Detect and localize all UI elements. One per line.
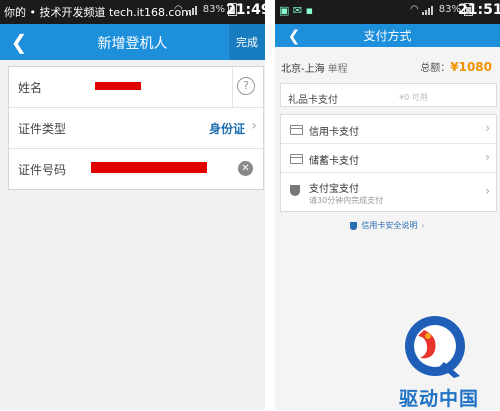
redacted-name[interactable] — [95, 82, 141, 90]
payment-methods-list: 信用卡支付 › 储蓄卡支付 › 支付宝支付 请30分钟内完成支付 › — [280, 114, 497, 212]
help-icon[interactable]: ? — [237, 77, 255, 95]
status-time: 21:51 — [458, 2, 500, 18]
status-text: 你的 • 技术开发频道 tech.it168.com — [4, 6, 192, 19]
chevron-right-icon: › — [485, 184, 490, 198]
gift-card-value: ¥0 可用 — [399, 93, 428, 102]
total-price: 总额：¥1080 — [420, 59, 492, 74]
gift-card-label: 礼品卡支付 — [288, 95, 338, 106]
total-label: 总额： — [420, 63, 451, 74]
logo-emblem-icon — [405, 316, 465, 378]
status-bar: ▣ ✉ ▪ ◠ 83% 21:51 — [275, 0, 500, 24]
wifi-icon: ◠ — [410, 4, 419, 15]
battery-percent: 83% — [202, 4, 225, 15]
chevron-right-icon: › — [421, 221, 425, 230]
notification-icons: ▣ ✉ ▪ — [279, 4, 314, 17]
app-bar: ❮ 支付方式 — [275, 24, 500, 47]
clear-icon[interactable]: ✕ — [238, 161, 253, 176]
route-text: 北京-上海 — [281, 64, 325, 75]
payment-sublabel: 请30分钟内完成支付 — [309, 196, 384, 205]
chevron-right-icon: › — [485, 121, 490, 135]
id-number-row[interactable]: 证件号码 ✕ — [9, 149, 263, 189]
route-info: 北京-上海 单程 — [281, 60, 348, 75]
done-button[interactable]: 完成 — [229, 24, 265, 60]
divider — [232, 67, 233, 107]
status-bar: 你的 • 技术开发频道 tech.it168.com ◠ 83% 21:49 — [0, 0, 265, 24]
id-number-label: 证件号码 — [18, 163, 67, 177]
payment-method-credit[interactable]: 信用卡支付 › — [281, 115, 496, 144]
gift-card-row[interactable]: 礼品卡支付 ¥0 可用 — [280, 83, 497, 107]
watermark-logo: 驱动中国 — [380, 310, 498, 410]
id-type-row[interactable]: 证件类型 身份证 › — [9, 108, 263, 149]
safety-note: 信用卡安全说明 — [361, 221, 418, 230]
signal-icon — [421, 5, 436, 15]
page-title: 支付方式 — [363, 29, 412, 43]
total-amount: ¥1080 — [450, 60, 492, 74]
chevron-right-icon: › — [251, 118, 257, 134]
credit-card-safety-link[interactable]: 信用卡安全说明 › — [275, 220, 500, 231]
name-label: 姓名 — [18, 81, 43, 95]
name-row[interactable]: 姓名 ? — [9, 67, 263, 108]
alipay-shield-icon — [290, 185, 300, 196]
shield-icon — [350, 221, 358, 230]
trip-type: 单程 — [327, 64, 348, 75]
id-type-label: 证件类型 — [18, 122, 67, 136]
redacted-id-number[interactable] — [91, 162, 207, 173]
status-time: 21:49 — [226, 2, 265, 18]
payment-label: 储蓄卡支付 — [309, 156, 359, 167]
app-bar: ❮ 新增登机人 完成 — [0, 24, 265, 60]
chevron-right-icon: › — [485, 150, 490, 164]
payment-method-alipay[interactable]: 支付宝支付 请30分钟内完成支付 › — [281, 173, 496, 210]
card-icon — [290, 125, 303, 135]
passenger-form: 姓名 ? 证件类型 身份证 › 证件号码 ✕ — [8, 66, 264, 190]
signal-icon — [185, 5, 200, 15]
payment-method-debit[interactable]: 储蓄卡支付 › — [281, 144, 496, 173]
payment-label: 支付宝支付 — [309, 184, 359, 195]
id-type-value[interactable]: 身份证 — [209, 120, 245, 137]
wifi-icon: ◠ — [174, 4, 183, 15]
card-icon — [290, 154, 303, 164]
payment-label: 信用卡支付 — [309, 127, 359, 138]
watermark-text: 驱动中国 — [398, 388, 479, 410]
page-title: 新增登机人 — [97, 36, 168, 52]
left-screen: 你的 • 技术开发频道 tech.it168.com ◠ 83% 21:49 ❮… — [0, 0, 265, 410]
